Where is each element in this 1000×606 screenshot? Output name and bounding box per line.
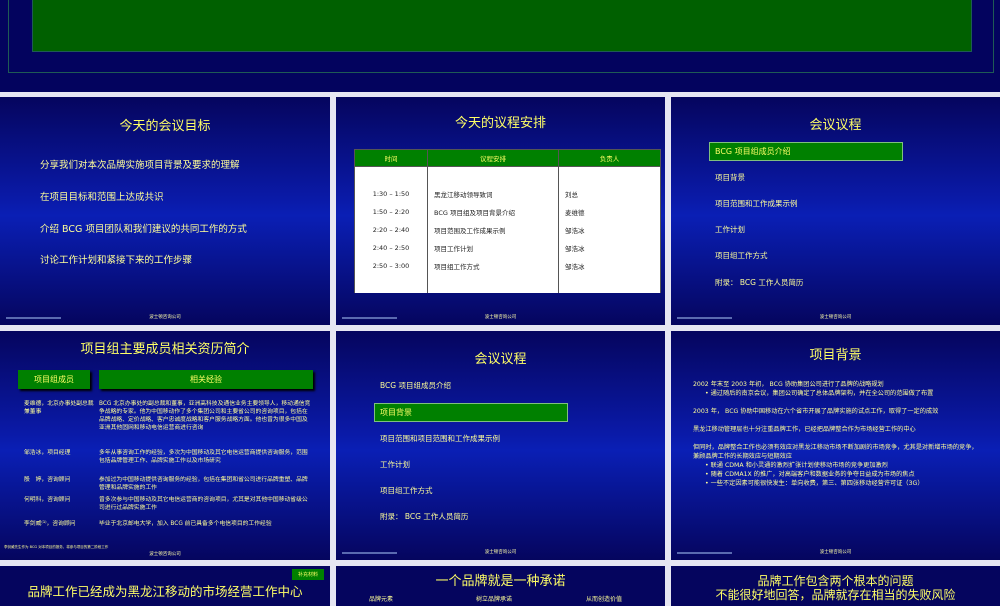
member-experience: 参加过为中国移动提供咨询服务的经验，包括在集团和省公司进行品牌重塑、品牌管理和品… [99,477,308,491]
header-time: 时间 [354,149,428,167]
background-text: 2002 年末至 2003 年初， BCG 协助集团公司进行了品牌的战略规划 •… [693,380,983,488]
slide-title: 项目背景 [809,348,862,363]
agenda-item: 项目组工作方式 [715,251,768,260]
header-members: 项目组成员 [18,370,90,389]
footer-company: 波士顿咨询公司 [484,315,517,320]
header-experience: 相关经验 [99,370,313,389]
agenda-item: 项目背景 [715,173,745,182]
slide-thumbnail-title[interactable] [0,0,1000,92]
column-label: 品牌元素 [369,596,394,603]
slide-title: 会议议程 [809,118,862,133]
slide-title: 今天的会议目标 [119,119,211,134]
header-agenda: 议程安排 [427,149,559,167]
agenda-item: 项目范围和工作成果示例 [715,199,798,208]
table-row: 2:50 – 3:00 项目组工作方式 邹浩冰 [354,256,661,275]
member-name: 殷 婷，咨询顾问 [24,477,71,483]
bullet: • 联通 CDMA 和小灵通的激烈扩张计划使移动市场的竞争更加激烈 [705,462,888,469]
table-row: 1:50 – 2:20 BCG 项目组及项目背景介绍 麦维德 [354,202,661,221]
slide-thumbnail-agenda-schedule[interactable]: 今天的议程安排 时间 议程安排 负责人 1:30 – 1:50 黑龙江移动领导致词 刘总… [336,97,665,325]
agenda-item-highlighted: 项目背景 [374,403,568,422]
goal-item: 讨论工作计划和紧接下来的工作步骤 [40,255,193,266]
goal-item: 在项目目标和范围上达成共识 [40,192,164,203]
member-name: 邹浩冰，项目经理 [24,450,71,456]
agenda-item: 附录： BCG 工作人员简历 [380,512,469,521]
slide-title: 一个品牌就是一种承诺 [435,574,566,589]
header-owner: 负责人 [558,149,661,167]
paragraph: 但同时，品牌整合工作也必须有效应对黑龙江移动市场不断加剧的市场竞争，尤其是对新增… [693,444,978,460]
footer-company: 波士顿咨询公司 [149,552,181,557]
paragraph: 黑龙江移动管理层也十分注重品牌工作，已经把品牌整合作为市场经营工作的中心 [693,426,916,433]
footnote: 李剑威先生作为 BCG 对本项目的报务，将参与项目的第二阶段工作 [4,545,109,549]
member-experience: BCG 北京办事处的副总裁和董事，亚洲高科技及通信业务主要领导人，移动通信竞争战… [99,401,311,431]
agenda-item: 工作计划 [715,225,745,234]
agenda-item: 工作计划 [380,460,410,469]
slide-title: 品牌工作包含两个根本的问题 [757,574,914,588]
bullet: • 一些不定因素可能很快发生：单向收费，第三、第四张移动经营许可证（3G） [705,480,924,487]
table-row: 2:20 – 2:40 项目范围及工作成果示例 邹浩冰 [354,220,661,239]
goal-item: 介绍 BCG 项目团队和我们建议的共同工作的方式 [40,224,247,235]
bullet: • 通过随后的南京会议，集团公司确定了总体品牌架构，并在全公司的范围做了布置 [705,390,934,397]
member-experience: 曾多次参与中国移动及其它电信运营商的咨询项目，尤其是对其他中国移动省级公司进行过… [99,497,308,511]
agenda-item-highlighted: BCG 项目组成员介绍 [709,142,903,161]
slide-thumbnail-agenda-2[interactable]: 会议议程 BCG 项目组成员介绍 项目背景 项目范围和项目范围和工作成果示例 工… [336,331,665,560]
slide-title: 项目组主要成员相关资历简介 [80,342,250,357]
slide-thumbnail-team-members[interactable]: 项目组主要成员相关资历简介 项目组成员 相关经验 麦维德，北京办事处副总裁兼董事… [0,331,330,560]
slide-title: 会议议程 [474,352,527,367]
footer-company: 波士顿咨询公司 [149,315,181,320]
paragraph: 2003 年， BCG 协助中国移动在六个省市开展了品牌实施的试点工作，取得了一… [693,408,939,415]
column-label: 树立品牌承诺 [476,596,513,603]
member-experience: 毕业于北京邮电大学，加入 BCG 前已具备多个电信项目的工作经验 [99,521,272,527]
supplement-tag: 补充材料 [291,569,324,580]
slide-thumbnail-project-background[interactable]: 项目背景 2002 年末至 2003 年初， BCG 协助集团公司进行了品牌的战… [671,331,1000,560]
slide-thumbnail-brand-promise[interactable]: 一个品牌就是一种承诺 品牌元素 树立品牌承诺 从而创造价值 [336,566,665,606]
slide-title: 今天的议程安排 [454,116,546,131]
table-row: 1:30 – 1:50 黑龙江移动领导致词 刘总 [354,184,661,203]
footer-company: 波士顿咨询公司 [819,315,852,320]
column-label: 从而创造价值 [586,596,623,603]
goal-item: 分享我们对本次品牌实施项目背景及要求的理解 [40,160,240,171]
slide-thumbnail-meeting-goals[interactable]: 今天的会议目标 分享我们对本次品牌实施项目背景及要求的理解 在项目目标和范围上达… [0,97,330,325]
bullet: • 随着 CDMA1X 的推广，对高端客户和数据业务的争夺日益成为市场的焦点 [705,471,915,478]
member-name: 李剑威⁽¹⁾，咨询顾问 [24,521,76,527]
title-banner [32,0,972,52]
member-experience: 多年从事咨询工作的经验，多次为中国移动及其它电信运营商提供咨询服务，范围包括品牌… [99,450,308,464]
slide-title: 品牌工作已经成为黑龙江移动的市场经营工作中心 [27,584,303,599]
slide-thumbnail-brand-questions[interactable]: 品牌工作包含两个根本的问题 不能很好地回答，品牌就存在相当的失败风险 [671,566,1000,606]
footer-company: 波士顿咨询公司 [484,550,517,555]
footer-company: 波士顿咨询公司 [819,550,852,555]
agenda-item: BCG 项目组成员介绍 [380,381,451,390]
member-name: 何明科，咨询顾问 [24,497,71,503]
agenda-item: 项目范围和项目范围和工作成果示例 [380,434,500,443]
member-name: 麦维德，北京办事处副总裁兼董事 [24,401,94,415]
agenda-table: 时间 议程安排 负责人 1:30 – 1:50 黑龙江移动领导致词 刘总 1:50 – … [354,149,661,293]
slide-thumbnail-agenda-1[interactable]: 会议议程 BCG 项目组成员介绍 项目背景 项目范围和工作成果示例 工作计划 项… [671,97,1000,325]
table-row: 2:40 – 2:50 项目工作计划 邹浩冰 [354,238,661,257]
paragraph: 2002 年末至 2003 年初， BCG 协助集团公司进行了品牌的战略规划 [693,381,884,388]
agenda-item: 项目组工作方式 [380,486,433,495]
slide-thumbnail-brand-center[interactable]: 补充材料 品牌工作已经成为黑龙江移动的市场经营工作中心 [0,566,330,606]
agenda-item: 附录： BCG 工作人员简历 [715,278,804,287]
